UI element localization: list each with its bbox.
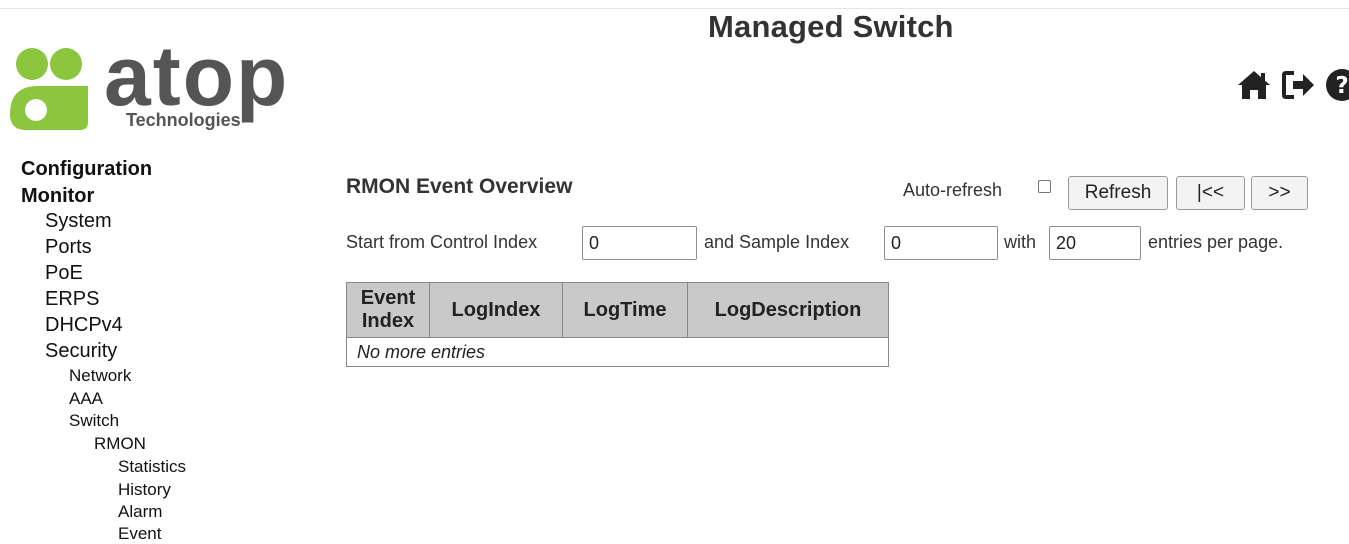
nav-security[interactable]: Security (45, 340, 117, 363)
auto-refresh-checkbox[interactable] (1038, 180, 1051, 193)
empty-message: No more entries (346, 337, 889, 367)
page-title: RMON Event Overview (346, 175, 573, 198)
nav-configuration[interactable]: Configuration (21, 158, 152, 181)
nav-switch[interactable]: Switch (69, 411, 119, 431)
col-log-time: LogTime (562, 282, 688, 338)
col-event-index: Event Index (346, 282, 430, 338)
nav-monitor[interactable]: Monitor (21, 185, 94, 208)
nav-alarm[interactable]: Alarm (118, 502, 162, 522)
table-header-row: Event Index LogIndex LogTime LogDescript… (346, 282, 889, 338)
nav-aaa[interactable]: AAA (69, 389, 103, 409)
first-page-button[interactable]: |<< (1176, 176, 1245, 210)
rmon-event-table: Event Index LogIndex LogTime LogDescript… (346, 282, 889, 367)
atop-logo: atop Technologies (6, 34, 306, 136)
sample-index-input[interactable] (884, 226, 998, 260)
top-divider (0, 8, 1349, 9)
logo-tagline: Technologies (126, 110, 241, 130)
help-icon[interactable]: ? (1325, 68, 1349, 107)
next-page-button[interactable]: >> (1251, 176, 1308, 210)
home-icon[interactable] (1236, 68, 1272, 107)
col-event-index-line2: Index (361, 310, 415, 332)
start-index-label: Start from Control Index (346, 232, 538, 252)
nav-poe[interactable]: PoE (45, 262, 83, 285)
control-index-input[interactable] (582, 226, 697, 260)
col-log-index: LogIndex (429, 282, 563, 338)
entries-per-page-label: entries per page. (1148, 232, 1284, 252)
nav-network[interactable]: Network (69, 366, 131, 386)
nav-statistics[interactable]: Statistics (118, 457, 186, 477)
auto-refresh-label: Auto-refresh (903, 180, 1003, 200)
svg-text:?: ? (1335, 73, 1348, 99)
table-row: No more entries (346, 337, 889, 367)
nav-ports[interactable]: Ports (45, 236, 92, 259)
with-label: with (1004, 232, 1037, 252)
refresh-button[interactable]: Refresh (1068, 176, 1168, 210)
sample-index-label: and Sample Index (704, 232, 850, 252)
nav-event[interactable]: Event (118, 524, 161, 544)
entries-per-page-input[interactable] (1049, 226, 1141, 260)
nav-history[interactable]: History (118, 480, 171, 500)
nav-dhcpv4[interactable]: DHCPv4 (45, 314, 123, 337)
logout-icon[interactable] (1281, 68, 1317, 107)
nav-rmon[interactable]: RMON (94, 434, 146, 454)
logo-wordmark: atop (104, 29, 290, 123)
col-log-description: LogDescription (687, 282, 889, 338)
app-title: Managed Switch (708, 9, 954, 44)
nav-erps[interactable]: ERPS (45, 288, 99, 311)
col-event-index-line1: Event (360, 287, 416, 309)
nav-system[interactable]: System (45, 210, 112, 233)
